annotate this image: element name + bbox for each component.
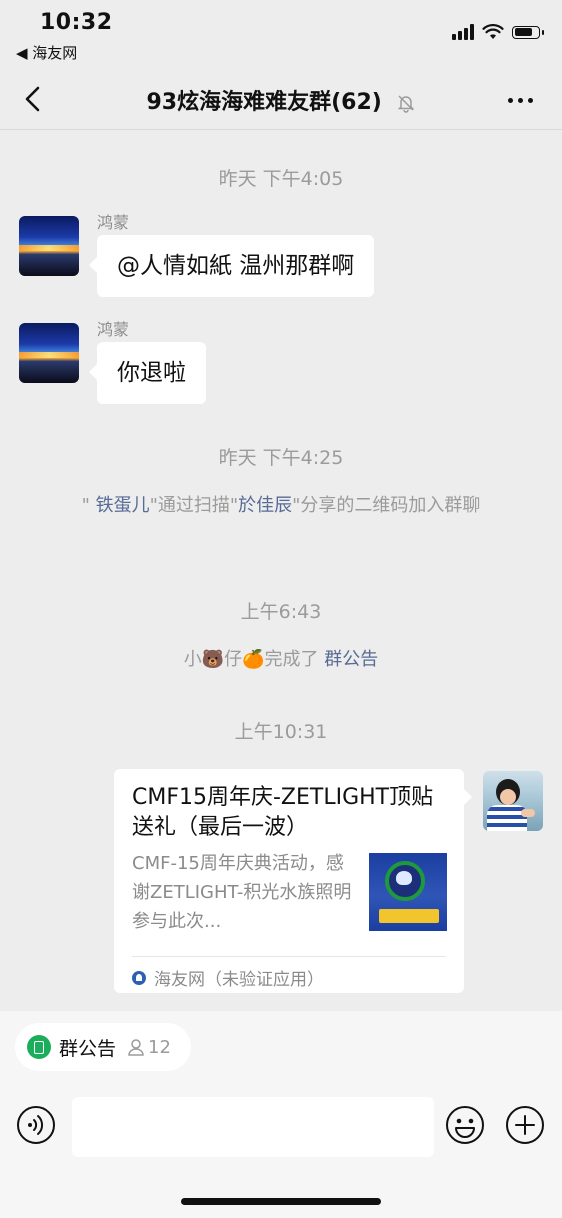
user-link[interactable]: 铁蛋儿 bbox=[96, 495, 150, 516]
home-indicator bbox=[181, 1198, 381, 1205]
sys-text: 小🐻仔🍊完成了 bbox=[183, 649, 319, 670]
shared-link-card[interactable]: CMF15周年庆-ZETLIGHT顶贴送礼（最后一波） CMF-15周年庆典活动… bbox=[114, 769, 472, 993]
timestamp: 上午6:43 bbox=[240, 601, 322, 623]
user-icon bbox=[128, 1039, 144, 1056]
chat-message-list[interactable]: 昨天 下午4:05 鸿蒙 @人情如紙 温州那群啊 鸿蒙 你退啦 昨天 下午4:2… bbox=[0, 131, 562, 1011]
battery-icon bbox=[512, 25, 544, 39]
chat-title: 93炫海海难难友群(62) bbox=[0, 84, 562, 116]
read-count: 12 bbox=[148, 1036, 171, 1058]
group-notice-link[interactable]: 群公告 bbox=[324, 649, 378, 670]
ellipsis-icon bbox=[507, 97, 513, 103]
voice-icon[interactable] bbox=[16, 1105, 56, 1145]
card-title: CMF15周年庆-ZETLIGHT顶贴送礼（最后一波） bbox=[132, 785, 434, 840]
notice-icon bbox=[27, 1035, 51, 1059]
plus-icon[interactable] bbox=[505, 1105, 545, 1145]
card-source: 海友网（未验证应用） bbox=[132, 965, 324, 990]
system-message-notice: 小🐻仔🍊完成了 群公告 bbox=[50, 643, 512, 677]
timestamp: 昨天 下午4:25 bbox=[218, 447, 344, 469]
bell-off-icon bbox=[397, 95, 414, 113]
user-link[interactable]: 於佳辰 bbox=[238, 495, 292, 516]
chat-title-text: 93炫海海难难友群(62) bbox=[146, 90, 382, 115]
card-thumbnail bbox=[369, 853, 447, 931]
status-bar: 10:32 ◀ 海友网 bbox=[0, 0, 562, 70]
card-source-label: 海友网（未验证应用） bbox=[154, 970, 324, 990]
app-source-icon bbox=[132, 970, 146, 985]
card-description: CMF-15周年庆典活动，感谢ZETLIGHT-积光水族照明参与此次... bbox=[132, 853, 352, 932]
timestamp: 昨天 下午4:05 bbox=[218, 168, 344, 190]
timestamp: 上午10:31 bbox=[234, 721, 328, 743]
group-notice-button[interactable]: 群公告 12 bbox=[15, 1023, 191, 1071]
emoji-icon[interactable] bbox=[445, 1105, 485, 1145]
system-message-join: " 铁蛋儿"通过扫描"於佳辰"分享的二维码加入群聊 bbox=[50, 489, 512, 523]
sys-text: "分享的二维码加入群聊 bbox=[292, 495, 481, 516]
sys-text: " bbox=[81, 495, 90, 516]
sender-name: 鸿蒙 bbox=[97, 320, 130, 339]
input-row bbox=[0, 1095, 562, 1159]
back-to-app-link[interactable]: ◀ 海友网 bbox=[16, 42, 77, 63]
bottom-bar: 群公告 12 bbox=[0, 1011, 562, 1218]
message-bubble[interactable]: @人情如紙 温州那群啊 bbox=[88, 235, 375, 297]
avatar[interactable] bbox=[483, 771, 543, 831]
sender-name: 鸿蒙 bbox=[97, 213, 130, 232]
message-input[interactable] bbox=[72, 1097, 434, 1157]
nav-bar: 93炫海海难难友群(62) bbox=[0, 70, 562, 130]
signal-icon bbox=[452, 24, 474, 40]
avatar[interactable] bbox=[19, 323, 79, 383]
status-icons bbox=[452, 24, 544, 40]
more-options-button[interactable] bbox=[500, 86, 540, 114]
group-notice-label: 群公告 bbox=[59, 1037, 117, 1060]
message-bubble[interactable]: 你退啦 bbox=[89, 342, 206, 404]
sys-text: "通过扫描" bbox=[149, 495, 239, 516]
avatar[interactable] bbox=[19, 216, 79, 276]
wifi-icon bbox=[482, 24, 504, 39]
status-time: 10:32 bbox=[40, 10, 113, 35]
divider bbox=[132, 956, 446, 957]
